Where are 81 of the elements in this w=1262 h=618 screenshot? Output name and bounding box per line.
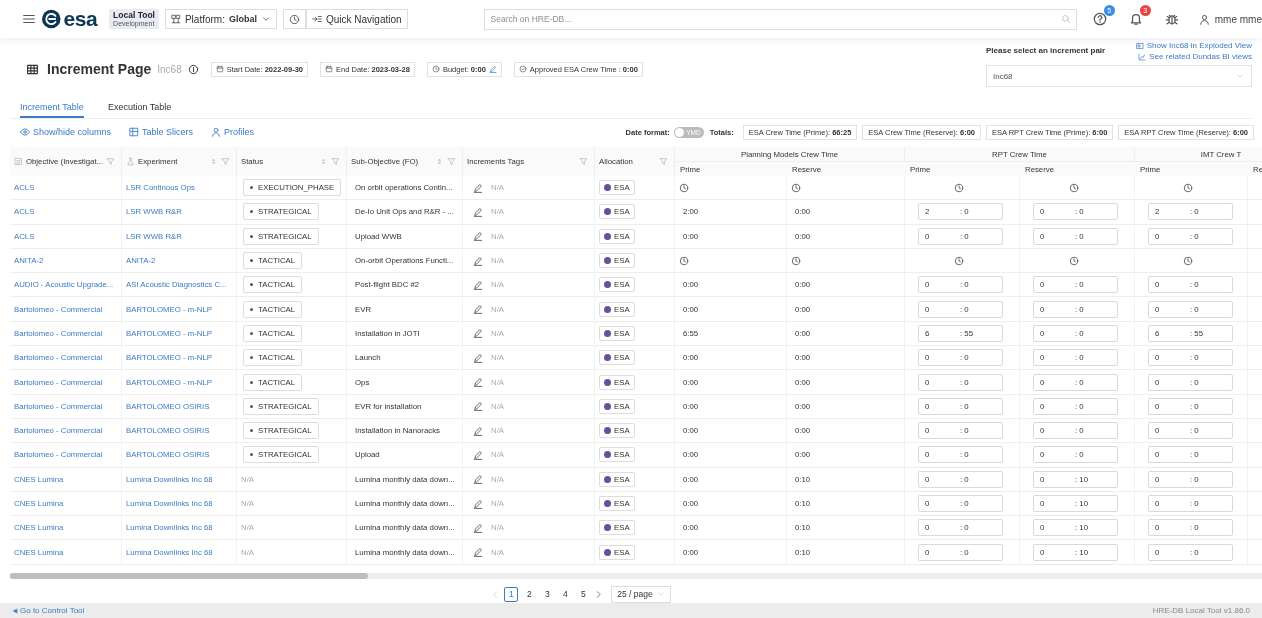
- caret-icon: [261, 14, 271, 24]
- info-icon[interactable]: [187, 63, 199, 75]
- pencil-icon[interactable]: [473, 206, 483, 217]
- clock-icon: [954, 255, 964, 266]
- list-icon: [14, 157, 23, 166]
- tab[interactable]: Execution Table: [107, 102, 172, 118]
- pencil-icon[interactable]: [473, 522, 483, 533]
- clock-icon: [1069, 182, 1079, 193]
- clock-icon: [431, 65, 440, 73]
- horizontal-scrollbar[interactable]: [10, 573, 1262, 579]
- search-field[interactable]: Search on HRE-DB...: [483, 8, 1077, 30]
- page-button[interactable]: 3: [540, 586, 555, 602]
- clock-icon: [954, 182, 964, 193]
- navigation-icon: [312, 14, 322, 24]
- clock-icon: [679, 182, 689, 193]
- eye-icon: [20, 127, 30, 137]
- pencil-icon[interactable]: [473, 231, 483, 242]
- tab[interactable]: Increment Table: [20, 102, 84, 118]
- page-button[interactable]: 5: [576, 586, 591, 602]
- pencil-icon[interactable]: [473, 255, 483, 266]
- clock-icon: [1069, 255, 1079, 266]
- field-label: Please select an increment pair: [986, 46, 1107, 57]
- flask-icon: [126, 157, 135, 166]
- logo-text: esa: [63, 7, 98, 31]
- clock-icon: [679, 255, 689, 266]
- back-arrow-icon: [12, 607, 18, 614]
- back-link[interactable]: Go to Control Tool: [12, 606, 85, 615]
- logo-mark-icon: [42, 9, 61, 29]
- toolbar-link[interactable]: Show/hide columns: [20, 127, 112, 137]
- toolbar-link[interactable]: Table Slicers: [129, 127, 194, 137]
- pencil-icon[interactable]: [473, 547, 483, 558]
- next-page-icon[interactable]: [594, 589, 604, 599]
- clock-icon: [289, 13, 300, 25]
- page-title: Increment Page: [47, 61, 152, 77]
- pencil-icon[interactable]: [473, 304, 483, 315]
- calendar-icon: [325, 65, 334, 73]
- view-link[interactable]: Show Inc68 in Exploded View: [1135, 41, 1252, 50]
- pencil-icon[interactable]: [473, 328, 483, 339]
- clock-icon: [1183, 255, 1193, 266]
- menu-icon[interactable]: [22, 12, 36, 26]
- platform-dropdown[interactable]: Platform: Global: [164, 9, 277, 29]
- chart-icon: [1138, 52, 1147, 61]
- check-circle-icon: [518, 65, 527, 73]
- clock-icon: [791, 255, 801, 266]
- caret-icon: [1235, 71, 1245, 81]
- view-link[interactable]: See related Dundas BI views: [1138, 52, 1252, 61]
- page-button[interactable]: 2: [522, 586, 537, 602]
- clock-icon: [1183, 182, 1193, 193]
- pencil-icon[interactable]: [473, 449, 483, 460]
- increment-pair-dropdown[interactable]: Inc68: [986, 65, 1252, 87]
- page-size-dropdown[interactable]: 25 / page: [611, 585, 671, 603]
- caret-icon: [656, 590, 665, 598]
- pencil-icon[interactable]: [473, 401, 483, 412]
- pencil-icon[interactable]: [488, 65, 497, 73]
- history-button[interactable]: [283, 9, 306, 29]
- pencil-icon[interactable]: [473, 425, 483, 436]
- version-text: HRE-DB Local Tool v1.86.0: [1152, 606, 1250, 615]
- user-icon: [211, 127, 222, 137]
- toolbar-link[interactable]: Profiles: [211, 127, 255, 137]
- pencil-icon[interactable]: [473, 279, 483, 290]
- help-icon[interactable]: [1092, 12, 1107, 26]
- user-menu[interactable]: mme mme: [1198, 13, 1262, 25]
- quick-navigation-button[interactable]: Quick Navigation: [306, 9, 408, 29]
- bell-icon[interactable]: [1128, 12, 1143, 26]
- pencil-icon[interactable]: [473, 498, 483, 509]
- clock-icon: [791, 182, 801, 193]
- platform-icon: [170, 14, 181, 24]
- window-icon: [1135, 41, 1144, 50]
- user-icon: [1198, 13, 1210, 25]
- page-button[interactable]: 1: [504, 586, 519, 602]
- bug-icon[interactable]: [1164, 12, 1179, 26]
- table-icon: [129, 127, 140, 137]
- pencil-icon[interactable]: [473, 377, 483, 387]
- page-button[interactable]: 4: [558, 586, 573, 602]
- pencil-icon[interactable]: [473, 352, 483, 363]
- pencil-icon[interactable]: [473, 182, 483, 193]
- calendar-icon: [215, 65, 224, 73]
- search-icon: [1060, 13, 1071, 24]
- increment-label: Inc68: [157, 63, 182, 75]
- table-icon: [26, 62, 39, 76]
- pencil-icon[interactable]: [473, 474, 483, 485]
